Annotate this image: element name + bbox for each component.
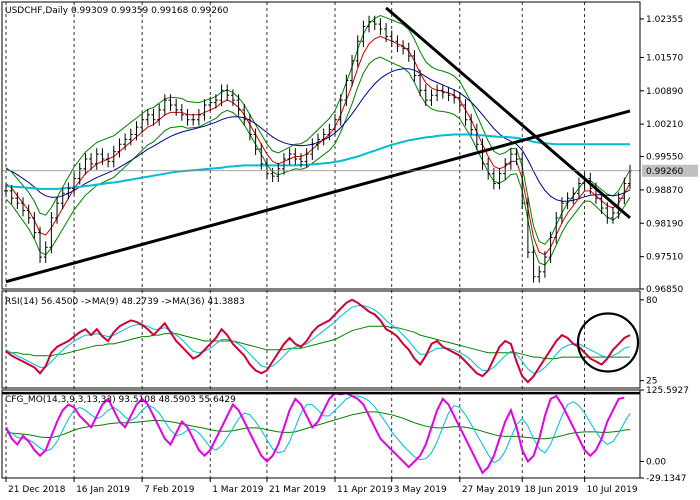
x-tick-1: 16 Jan 2019 xyxy=(76,485,130,495)
price-tick-6: 0.98190 xyxy=(646,219,683,229)
chart-canvas: 1.02355 1.01570 1.00890 1.00210 0.99550 0.988… xyxy=(0,0,700,500)
x-tick-8: 18 Jun 2019 xyxy=(524,485,578,495)
price-header: USDCHF,Daily 0.99309 0.99359 0.99168 0.9… xyxy=(5,6,229,16)
cfg-header: CFG_MO(14,3,9,3,13,33) 93.5108 48.5903 5… xyxy=(5,395,236,405)
price-tick-5: 0.98870 xyxy=(646,186,683,196)
cfg-tick-1: 0.00 xyxy=(646,457,666,467)
x-tick-4: 21 Mar 2019 xyxy=(269,485,326,495)
x-tick-0: 21 Dec 2018 xyxy=(8,485,66,495)
x-tick-5: 11 Apr 2019 xyxy=(337,485,393,495)
rsi-header: RSI(14) 56.4500 ->MA(9) 48.2739 ->MA(36)… xyxy=(5,297,245,307)
x-tick-6: 3 May 2019 xyxy=(394,485,447,495)
cfg-tick-0: 125.5927 xyxy=(646,386,689,396)
price-tick-2: 1.00890 xyxy=(646,87,683,97)
price-tick-0: 1.02355 xyxy=(646,15,683,25)
price-tick-4: 0.99550 xyxy=(646,153,683,163)
price-tick-8: 0.96850 xyxy=(646,285,683,295)
rsi-tick-0: 80 xyxy=(646,296,658,306)
x-tick-3: 1 Mar 2019 xyxy=(212,485,264,495)
x-tick-9: 10 Jul 2019 xyxy=(587,485,638,495)
price-tick-1: 1.01570 xyxy=(646,53,683,63)
price-tick-7: 0.97510 xyxy=(646,253,683,263)
price-tick-3: 1.00210 xyxy=(646,120,683,130)
cfg-tick-2: -29.1347 xyxy=(646,474,686,484)
current-price-label: 0.99260 xyxy=(646,167,683,177)
x-tick-2: 7 Feb 2019 xyxy=(144,485,195,495)
x-tick-7: 27 May 2019 xyxy=(462,485,521,495)
